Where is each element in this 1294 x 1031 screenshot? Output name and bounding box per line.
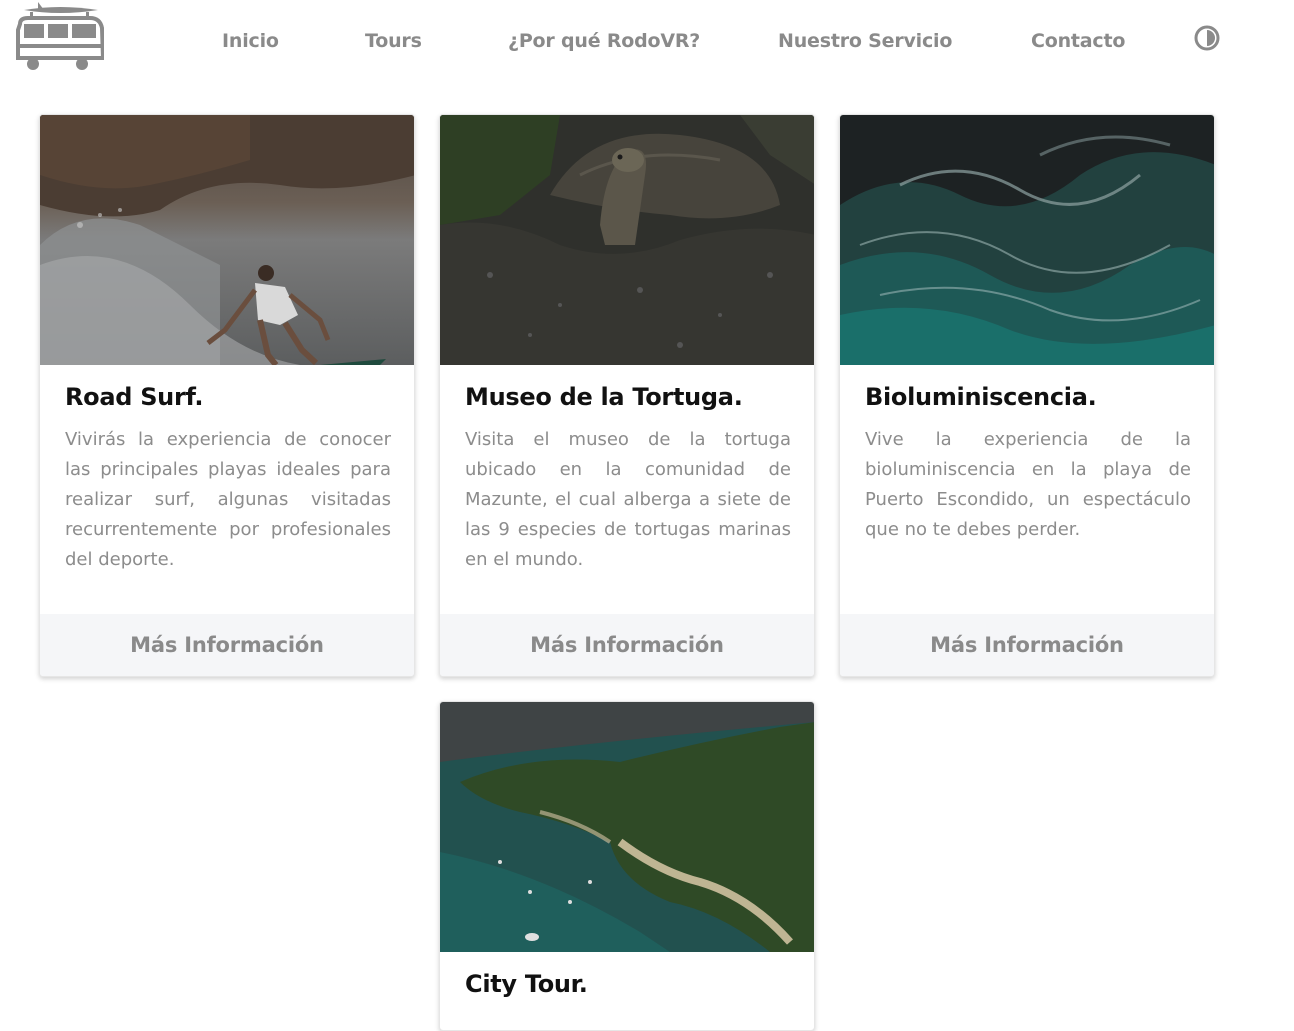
- tour-card-road-surf: Road Surf. Vivirás la experiencia de con…: [39, 114, 415, 677]
- card-footer: Más Información: [840, 614, 1214, 676]
- bay-aerial-image: [440, 702, 814, 952]
- contrast-toggle-icon[interactable]: [1193, 24, 1221, 52]
- tour-card-bioluminiscencia: Bioluminiscencia. Vive la experiencia de…: [839, 114, 1215, 677]
- card-title: Bioluminiscencia.: [865, 383, 1097, 411]
- surf-image: [40, 115, 414, 365]
- tour-card-museo-tortuga: Museo de la Tortuga. Visita el museo de …: [439, 114, 815, 677]
- nav-contacto[interactable]: Contacto: [1031, 30, 1125, 52]
- card-footer: Más Información: [440, 614, 814, 676]
- card-description: Vivirás la experiencia de conocer las pr…: [65, 429, 391, 570]
- more-info-button[interactable]: Más Información: [130, 633, 324, 657]
- turtle-image: [440, 115, 814, 365]
- ocean-waves-image: [840, 115, 1214, 365]
- tour-card-city-tour: City Tour.: [439, 701, 815, 1031]
- more-info-button[interactable]: Más Información: [530, 633, 724, 657]
- nav-inicio[interactable]: Inicio: [222, 30, 279, 52]
- navbar: Inicio Tours ¿Por qué RodoVR? Nuestro Se…: [0, 0, 1294, 90]
- card-title: Museo de la Tortuga.: [465, 383, 743, 411]
- card-title: Road Surf.: [65, 383, 204, 411]
- nav-por-que[interactable]: ¿Por qué RodoVR?: [508, 30, 700, 52]
- card-description: Vive la experiencia de la bioluminiscenc…: [865, 429, 1191, 540]
- nav-nuestro-servicio[interactable]: Nuestro Servicio: [778, 30, 952, 52]
- card-footer: Más Información: [40, 614, 414, 676]
- card-description: Visita el museo de la tortuga ubicado en…: [465, 429, 791, 570]
- nav-tours[interactable]: Tours: [365, 30, 422, 52]
- card-title: City Tour.: [465, 970, 588, 998]
- van-logo-icon[interactable]: [16, 0, 106, 72]
- more-info-button[interactable]: Más Información: [930, 633, 1124, 657]
